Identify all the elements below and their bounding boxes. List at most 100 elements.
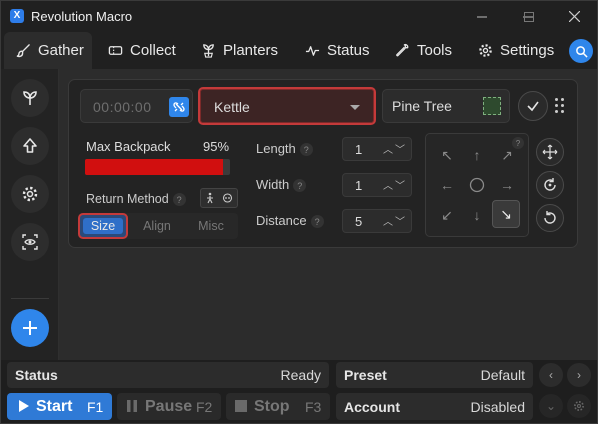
distance-stepper[interactable]: 5 ︿﹀	[342, 209, 412, 233]
length-stepper[interactable]: 1 ︿﹀	[342, 137, 412, 161]
mode-align-label: Align	[143, 219, 171, 233]
maximize-button-box[interactable]	[506, 1, 552, 32]
help-icon[interactable]: ?	[293, 179, 307, 193]
gear-icon	[22, 186, 38, 202]
arrow-up-icon	[23, 138, 37, 153]
start-button[interactable]: Start F1	[7, 393, 112, 420]
help-icon[interactable]: ?	[172, 193, 186, 207]
pause-label: Pause	[145, 398, 193, 415]
arrow-left-icon: ←	[440, 177, 454, 193]
stop-icon	[235, 400, 247, 412]
sprout-icon	[23, 91, 37, 105]
search-icon	[575, 45, 588, 58]
move-button[interactable]	[536, 138, 564, 166]
status-value: Ready	[280, 367, 321, 383]
distance-label: Distance?	[256, 213, 324, 229]
sidebar-settings-button[interactable]	[11, 175, 49, 213]
width-value: 1	[355, 178, 363, 193]
stepper-arrows-icon[interactable]: ︿﹀	[383, 213, 407, 228]
arrow-down-icon: ↓	[473, 207, 481, 223]
mode-size-tab[interactable]: Size	[78, 213, 128, 239]
tab-tools[interactable]: Tools	[395, 32, 452, 69]
brush-icon	[16, 44, 30, 58]
tab-label: Gather	[38, 42, 84, 59]
stepper-arrows-icon[interactable]: ︿﹀	[383, 177, 407, 192]
preset-label: Preset	[344, 367, 387, 383]
tab-label: Tools	[417, 42, 453, 59]
pause-hotkey: F2	[196, 399, 213, 415]
return-method-toggle[interactable]	[200, 188, 238, 208]
search-button[interactable]	[569, 39, 593, 63]
tab-label: Status	[327, 42, 370, 59]
preset-next-button[interactable]: ›	[567, 363, 591, 387]
add-button[interactable]	[11, 309, 49, 347]
confirm-button[interactable]	[518, 91, 548, 121]
tab-gather[interactable]: Gather	[4, 32, 92, 69]
dir-center-button[interactable]	[463, 171, 491, 199]
sidebar-sprout-button[interactable]	[11, 79, 49, 117]
arrow-down-right-icon: ↘	[500, 205, 512, 222]
tab-settings[interactable]: Settings	[478, 32, 554, 69]
distance-value: 5	[355, 214, 363, 229]
field-select[interactable]: Kettle	[198, 87, 376, 125]
account-select[interactable]: Account Disabled	[336, 393, 533, 420]
dir-right-button[interactable]: →	[493, 171, 521, 199]
stop-button[interactable]: Stop F3	[226, 393, 330, 420]
account-settings-button[interactable]	[567, 394, 591, 418]
pause-button[interactable]: Pause F2	[117, 393, 221, 420]
wrench-icon	[396, 43, 409, 57]
stop-hotkey: F3	[305, 399, 322, 415]
tab-planters[interactable]: Planters	[201, 32, 278, 69]
direction-pad: ? ↖ ↑ ↗ ← → ↙ ↓ ↘	[425, 133, 529, 237]
help-icon[interactable]: ?	[310, 215, 324, 229]
dir-up-left-button[interactable]: ↖	[433, 141, 461, 169]
dir-down-right-button[interactable]: ↘	[492, 200, 520, 228]
tab-label: Settings	[500, 42, 555, 59]
dir-up-button[interactable]: ↑	[463, 141, 491, 169]
preset-prev-button[interactable]: ‹	[539, 363, 563, 387]
length-text: Length	[256, 141, 296, 156]
dir-down-button[interactable]: ↓	[463, 201, 491, 229]
sidebar-view-button[interactable]	[11, 223, 49, 261]
start-label: Start	[36, 398, 73, 415]
pattern-select[interactable]: Pine Tree	[382, 89, 510, 123]
tab-label: Collect	[130, 42, 176, 59]
close-button[interactable]	[551, 1, 597, 32]
arrow-up-right-icon: ↗	[501, 146, 513, 163]
dir-down-left-button[interactable]: ↙	[433, 201, 461, 229]
close-icon	[568, 11, 580, 22]
stepper-arrows-icon[interactable]: ︿﹀	[383, 141, 407, 156]
help-icon[interactable]: ?	[299, 143, 313, 157]
mode-align-tab[interactable]: Align	[134, 213, 180, 239]
arrow-right-icon: →	[500, 177, 514, 193]
width-text: Width	[256, 177, 290, 192]
mode-segmented-control: Size Align Misc	[78, 213, 238, 239]
width-stepper[interactable]: 1 ︿﹀	[342, 173, 412, 197]
timer-field[interactable]: 00:00:00	[80, 89, 193, 123]
backpack-label: Max Backpack	[86, 139, 171, 154]
window-title: Revolution Macro	[31, 9, 133, 24]
account-dropdown-button[interactable]: ⌄	[539, 394, 563, 418]
rotate-clockwise-button[interactable]	[536, 171, 564, 199]
mode-misc-label: Misc	[198, 219, 224, 233]
sidebar-upload-button[interactable]	[11, 127, 49, 165]
length-value: 1	[355, 142, 363, 157]
drag-handle-icon[interactable]	[555, 98, 565, 114]
tab-collect[interactable]: Collect	[108, 32, 176, 69]
unlink-button[interactable]	[169, 97, 189, 117]
sidebar	[1, 69, 59, 360]
backpack-slider[interactable]	[85, 159, 230, 175]
tab-status[interactable]: Status	[305, 32, 370, 69]
rotate-counter-button[interactable]	[536, 204, 564, 232]
check-icon	[527, 101, 539, 112]
pine-tree-pattern-icon	[483, 97, 501, 115]
minimize-button-box[interactable]	[459, 1, 505, 32]
mode-misc-tab[interactable]: Misc	[188, 213, 234, 239]
length-label: Length?	[256, 141, 313, 157]
circle-icon	[469, 177, 485, 193]
preset-select[interactable]: Preset Default	[336, 362, 533, 388]
arrow-down-left-icon: ↙	[441, 206, 453, 223]
dir-up-right-button[interactable]: ↗	[493, 141, 521, 169]
dir-left-button[interactable]: ←	[433, 171, 461, 199]
app-window: X Revolution Macro Gather Collect Plante…	[0, 0, 598, 424]
